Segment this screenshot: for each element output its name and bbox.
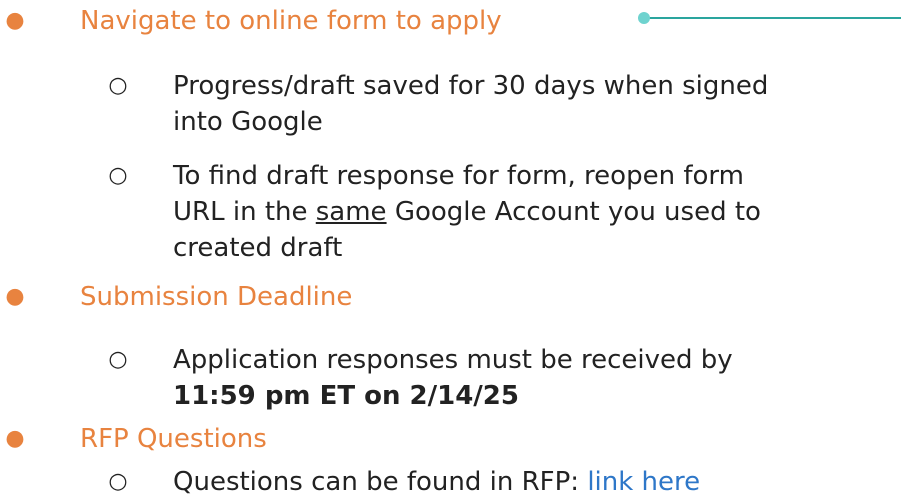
sub-item-text: URL in the same Google Account you used … xyxy=(173,194,761,230)
list-item-label: RFP Questions xyxy=(80,424,267,454)
list-item-label: Submission Deadline xyxy=(80,282,353,312)
slide: ● Navigate to online form to apply ○ Pro… xyxy=(0,0,901,500)
sub-item-text: To find draft response for form, reopen … xyxy=(173,161,744,191)
list-item-label: Navigate to online form to apply xyxy=(80,6,502,36)
sub-item-text: Questions can be found in RFP: link here xyxy=(173,464,700,500)
bullet-hollow-icon: ○ xyxy=(108,347,128,372)
underlined-word: same xyxy=(315,197,387,227)
bullet-filled-icon: ● xyxy=(5,8,25,33)
connector-dot xyxy=(638,12,650,24)
text-segment: URL in the xyxy=(173,197,316,227)
rfp-link[interactable]: link here xyxy=(587,467,700,497)
bullet-filled-icon: ● xyxy=(5,426,25,451)
decorative-connector xyxy=(638,12,901,24)
bullet-filled-icon: ● xyxy=(5,284,25,309)
bullet-hollow-icon: ○ xyxy=(108,163,128,188)
sub-item-text: Application responses must be received b… xyxy=(173,345,733,375)
text-segment: Google Account you used to xyxy=(386,197,761,227)
deadline-date: 11:59 pm ET on 2/14/25 xyxy=(173,381,519,411)
text-segment: Questions can be found in RFP: xyxy=(173,467,588,497)
connector-line xyxy=(644,17,901,19)
sub-item-text: into Google xyxy=(173,107,323,137)
bullet-hollow-icon: ○ xyxy=(108,469,128,494)
sub-item-text: Progress/draft saved for 30 days when si… xyxy=(173,71,769,101)
sub-item-text: created draft xyxy=(173,233,343,263)
bullet-hollow-icon: ○ xyxy=(108,73,128,98)
